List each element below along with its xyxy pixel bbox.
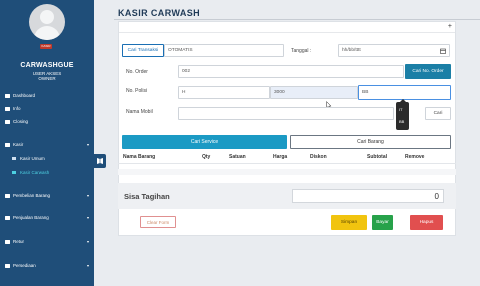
chevron-down-icon: ▾	[86, 215, 89, 220]
tanggal-field[interactable]: hh/bb/tttt	[338, 44, 450, 57]
chevron-down-icon: ▾	[86, 142, 89, 147]
role-line-2: OWNER	[38, 76, 56, 81]
calendar-icon[interactable]	[440, 48, 446, 54]
sidebar-item-label: Closing	[13, 119, 29, 124]
table-body	[118, 169, 456, 175]
sidebar-item-info[interactable]: Info	[5, 106, 89, 111]
return-icon	[5, 239, 10, 244]
hapus-button[interactable]: Hapus	[410, 215, 443, 230]
sidebar-subitem-label: Kasir Umum	[20, 156, 45, 161]
mobil-field[interactable]	[178, 107, 394, 120]
dashboard-icon	[5, 93, 10, 98]
clear-form-button[interactable]: Clear Form	[140, 216, 176, 228]
avatar-body-shape	[34, 26, 60, 40]
search-transaksi-button[interactable]: Cari Transaksi	[122, 44, 164, 57]
sidebar-subitem-kasir-umum[interactable]: Kasir Umum	[12, 156, 45, 161]
tooltip-option-1[interactable]: IT	[399, 107, 403, 112]
title-divider	[114, 19, 480, 20]
transaksi-field[interactable]: OTOMATIS	[164, 44, 284, 57]
polisi-label: No. Polisi	[126, 88, 148, 94]
sidebar-item-label: Kasir	[13, 142, 24, 147]
table-divider	[118, 163, 456, 164]
sidebar-item-penjualan-barang[interactable]: Penjualan Barang ▾	[5, 215, 89, 220]
sidebar-subitem-kasir-carwash[interactable]: Kasir Carwash	[12, 170, 49, 175]
column-header-qty: Qty	[202, 154, 211, 160]
role-text: USER AKSES OWNER	[0, 71, 94, 81]
sidebar-item-kasir[interactable]: Kasir ▾	[5, 142, 89, 147]
avatar-head-shape	[40, 10, 54, 24]
cari-service-button[interactable]: Cari Service	[122, 135, 287, 149]
order-label: No. Order	[126, 69, 148, 75]
column-header-nama-barang: Nama Barang	[123, 154, 156, 160]
total-field: 0	[292, 189, 444, 203]
chevron-down-icon: ▾	[86, 239, 89, 244]
sidebar-item-label: Dashboard	[13, 93, 36, 98]
sidebar-item-retur[interactable]: Retur ▾	[5, 239, 89, 244]
chevron-down-icon: ▾	[86, 193, 89, 198]
car-icon	[12, 171, 16, 174]
brand-name: CARWASHGUE	[20, 62, 74, 69]
purchase-icon	[5, 193, 10, 198]
book-icon	[97, 158, 103, 164]
tooltip-option-2[interactable]: BB	[399, 119, 404, 124]
sidebar-item-persediaan[interactable]: Persediaan ▾	[5, 263, 89, 268]
card-header-divider	[119, 32, 455, 33]
order-field[interactable]: 002	[178, 65, 404, 78]
bayar-button[interactable]: Bayar	[372, 215, 393, 230]
sidebar-item-label: Pembelian Barang	[13, 193, 51, 198]
column-header-remove: Remove	[405, 154, 425, 160]
column-header-harga: Harga	[273, 154, 288, 160]
sidebar-item-dashboard[interactable]: Dashboard	[5, 93, 89, 98]
sidebar: KASIR CARWASHGUE USER AKSES OWNER Dashbo…	[0, 0, 94, 286]
polisi-number-field[interactable]: 3000	[270, 86, 358, 99]
tanggal-value: hh/bb/tttt	[342, 48, 361, 53]
autocomplete-tooltip[interactable]: IT BB	[396, 99, 409, 130]
column-header-satuan: Satuan	[229, 154, 246, 160]
avatar	[29, 4, 65, 40]
monitor-icon	[5, 142, 10, 147]
cari-barang-button[interactable]: Cari Barang	[290, 135, 451, 149]
sidebar-toggle-button[interactable]	[94, 154, 106, 168]
total-label: Sisa Tagihan	[124, 192, 170, 201]
expand-card-button[interactable]: +	[448, 23, 452, 30]
sidebar-item-label: Retur	[13, 239, 25, 244]
sidebar-item-label: Penjualan Barang	[13, 215, 49, 220]
polisi-suffix-field[interactable]: BB	[358, 85, 451, 100]
sidebar-item-label: Info	[13, 106, 21, 111]
cari-mobil-button[interactable]: Cari	[425, 107, 451, 120]
info-icon	[5, 106, 10, 111]
tanggal-label: Tanggal :	[291, 48, 312, 54]
sidebar-item-pembelian-barang[interactable]: Pembelian Barang ▾	[5, 193, 89, 198]
column-header-subtotal: Subtotal	[367, 154, 387, 160]
sidebar-item-closing[interactable]: Closing	[5, 119, 89, 124]
cari-order-button[interactable]: Cari No. Order	[405, 64, 451, 79]
mobil-label: Nama Mobil	[126, 109, 153, 115]
tooltip-arrow	[400, 99, 406, 102]
role-badge: KASIR	[40, 44, 52, 49]
sidebar-subitem-label: Kasir Carwash	[20, 170, 50, 175]
inventory-icon	[5, 263, 10, 268]
column-header-diskon: Diskon	[310, 154, 327, 160]
sales-icon	[5, 215, 10, 220]
page-title: KASIR CARWASH	[118, 8, 201, 18]
cart-icon	[12, 157, 16, 160]
chevron-down-icon: ▾	[86, 263, 89, 268]
closing-icon	[5, 119, 10, 124]
simpan-button[interactable]: Simpan	[331, 215, 367, 230]
polisi-prefix-field[interactable]: H	[178, 86, 270, 99]
sidebar-item-label: Persediaan	[13, 263, 36, 268]
